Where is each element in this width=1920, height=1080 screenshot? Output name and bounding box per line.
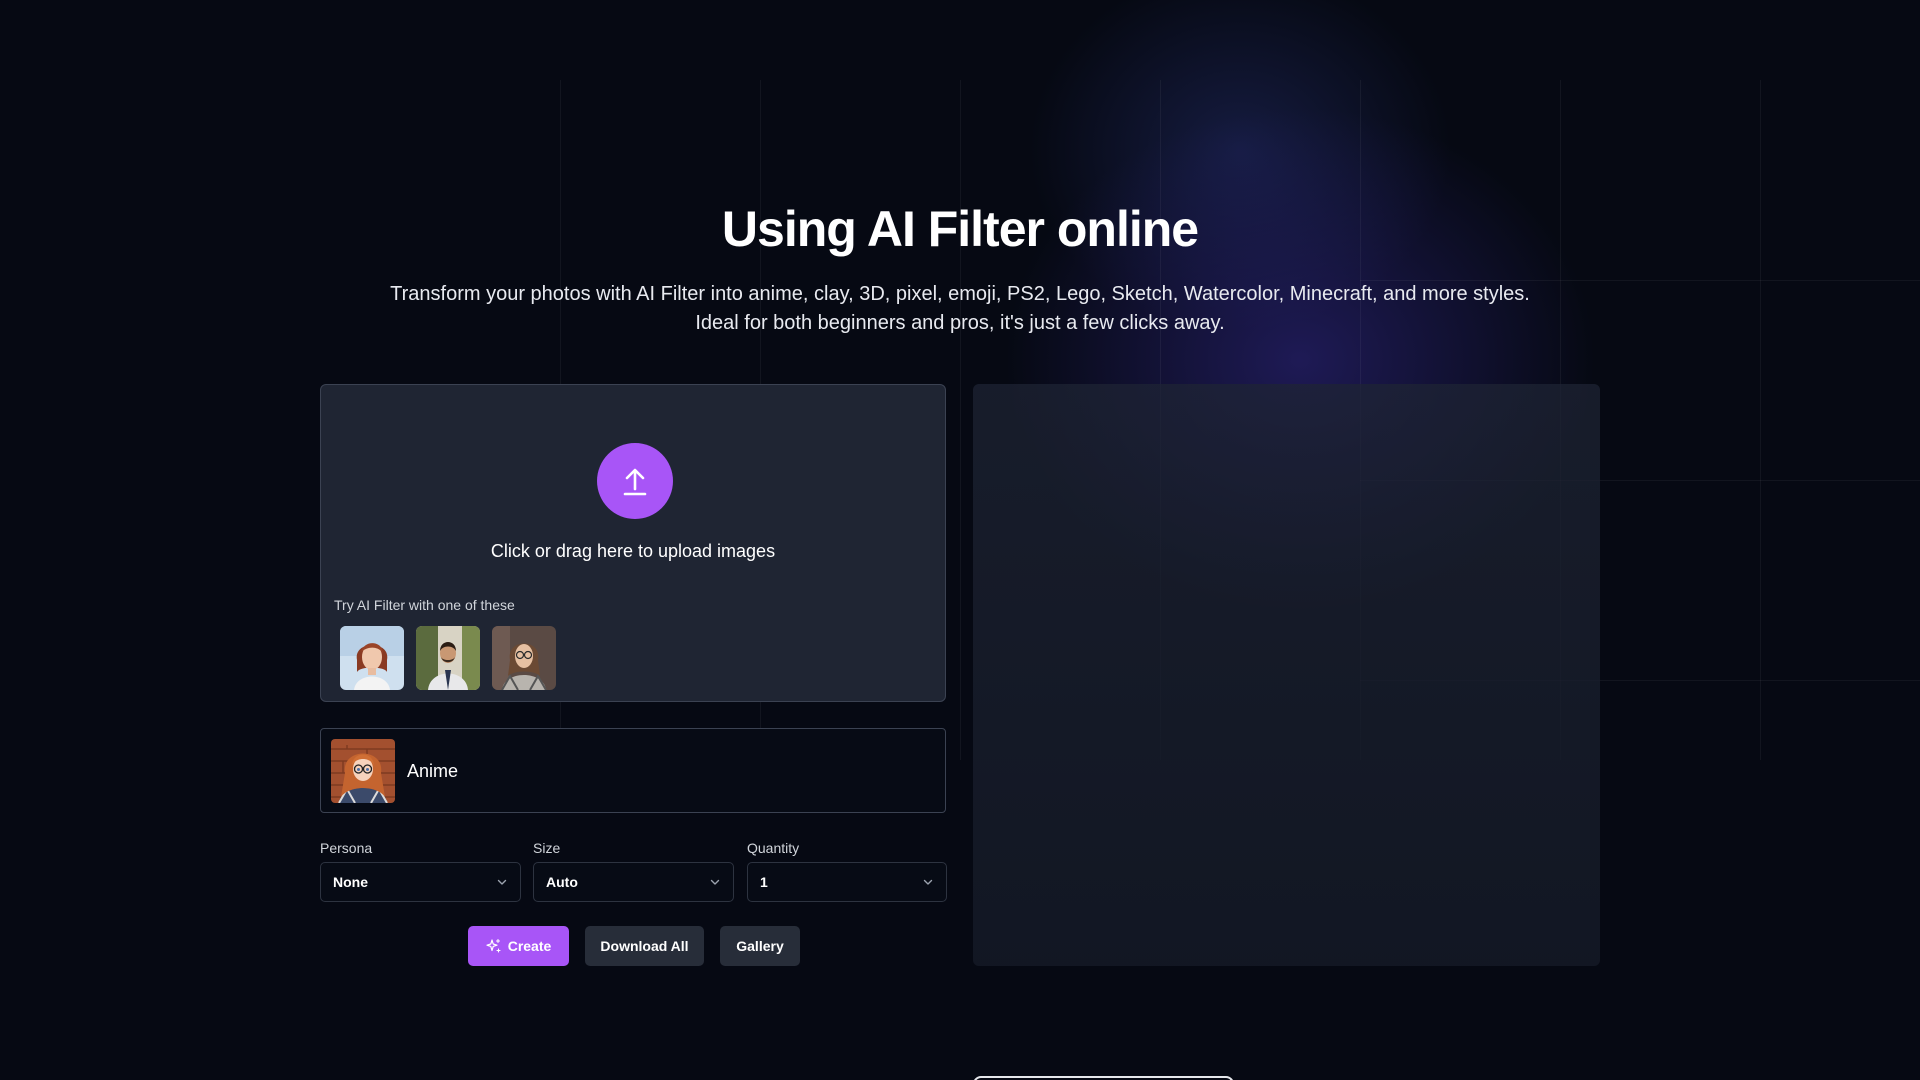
size-value: Auto [546,874,578,890]
sample-images [340,626,556,690]
quantity-select[interactable]: 1 [747,862,947,902]
quantity-label: Quantity [747,840,800,856]
sample-image-man-suit[interactable] [416,626,480,690]
persona-value: None [333,874,368,890]
upload-dropzone[interactable]: Click or drag here to upload images Try … [320,384,946,702]
result-preview-panel [973,384,1600,966]
persona-select[interactable]: None [320,862,521,902]
next-section-frame [973,1076,1234,1080]
create-button[interactable]: Create [468,926,569,966]
size-label: Size [533,840,561,856]
samples-label: Try AI Filter with one of these [334,597,515,613]
style-selector[interactable]: Anime [320,728,946,813]
chevron-down-icon [710,879,720,885]
page: Using AI Filter online Transform your ph… [0,0,1920,1080]
chevron-down-icon [497,879,507,885]
gallery-button[interactable]: Gallery [720,926,800,966]
persona-label: Persona [320,840,373,856]
chevron-down-icon [923,879,933,885]
style-thumbnail-anime [331,739,395,803]
upload-prompt: Click or drag here to upload images [490,541,776,561]
quantity-value: 1 [760,874,768,890]
sample-image-woman-glasses[interactable] [492,626,556,690]
sparkles-icon [486,938,501,953]
style-name: Anime [407,761,459,781]
create-label: Create [507,938,552,954]
upload-arrow-icon[interactable] [597,443,673,519]
download-all-button[interactable]: Download All [585,926,704,966]
page-title: Using AI Filter online [721,201,1199,257]
page-subtitle: Transform your photos with AI Filter int… [390,283,1530,334]
size-select[interactable]: Auto [533,862,734,902]
sample-image-woman-red-hair[interactable] [340,626,404,690]
